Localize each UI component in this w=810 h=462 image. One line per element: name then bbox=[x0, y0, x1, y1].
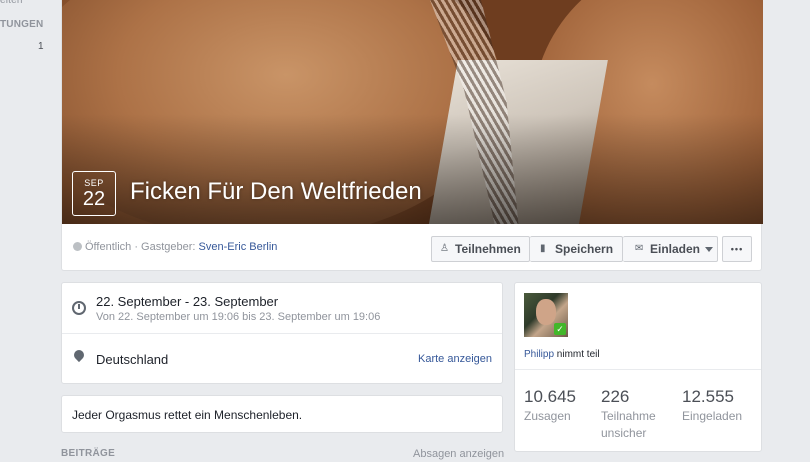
join-icon: ♙ bbox=[440, 243, 449, 254]
event-details-card: 22. September - 23. September Von 22. Se… bbox=[61, 282, 503, 384]
posts-section-label: BEITRÄGE bbox=[61, 448, 116, 459]
host-link[interactable]: Sven-Eric Berlin bbox=[199, 241, 278, 253]
stat-label: Eingeladen bbox=[682, 409, 743, 423]
stat-number: 12.555 bbox=[682, 387, 734, 406]
location-pin-icon bbox=[71, 347, 87, 363]
guests-card: ✓ Philipp nimmt teil 10.645 Zusagen 226 … bbox=[514, 282, 762, 452]
invite-button[interactable]: ✉ Einladen bbox=[623, 236, 718, 262]
invite-label: Einladen bbox=[650, 242, 701, 256]
divider bbox=[515, 369, 761, 370]
stat-maybe[interactable]: 226 Teilnahme unsicher bbox=[601, 387, 671, 442]
event-header-card: SEP 22 Ficken Für Den Weltfrieden Öffent… bbox=[61, 0, 763, 271]
event-title: Ficken Für Den Weltfrieden bbox=[130, 178, 422, 205]
show-map-link[interactable]: Karte anzeigen bbox=[418, 353, 492, 365]
chevron-down-icon bbox=[705, 246, 714, 252]
sidebar-count: 1 bbox=[38, 41, 44, 52]
event-location: Deutschland bbox=[96, 352, 169, 367]
sidebar-heading: TUNGEN bbox=[0, 19, 44, 30]
stat-going[interactable]: 10.645 Zusagen bbox=[524, 387, 576, 425]
event-month: SEP bbox=[84, 178, 104, 188]
event-description-card: Jeder Orgasmus rettet ein Menschenleben. bbox=[61, 395, 503, 433]
more-options-button[interactable]: ••• bbox=[722, 236, 752, 262]
checkmark-icon: ✓ bbox=[554, 323, 566, 335]
show-declines-link[interactable]: Absagen anzeigen bbox=[413, 448, 504, 460]
save-label: Speichern bbox=[555, 242, 614, 256]
left-sidebar-fragment: eiten TUNGEN 1 bbox=[0, 0, 60, 462]
bookmark-icon: ▮ bbox=[540, 243, 546, 254]
sidebar-top-text: eiten bbox=[0, 0, 23, 6]
save-button[interactable]: ▮ Speichern bbox=[530, 236, 623, 262]
join-button[interactable]: ♙ Teilnehmen bbox=[431, 236, 530, 262]
event-date-range: 22. September - 23. September bbox=[96, 294, 279, 309]
cover-photo: SEP 22 Ficken Für Den Weltfrieden bbox=[62, 0, 763, 224]
event-description: Jeder Orgasmus rettet ein Menschenleben. bbox=[72, 408, 303, 422]
clock-icon bbox=[72, 301, 86, 315]
friend-status: nimmt teil bbox=[554, 349, 600, 360]
join-label: Teilnehmen bbox=[455, 242, 521, 256]
stat-label: Zusagen bbox=[524, 409, 571, 423]
divider bbox=[62, 333, 502, 334]
avatar[interactable]: ✓ bbox=[524, 293, 568, 337]
event-day: 22 bbox=[82, 188, 106, 210]
more-dots-icon: ••• bbox=[730, 244, 744, 254]
event-meta: Öffentlich · Gastgeber: Sven-Eric Berlin bbox=[73, 241, 277, 253]
stat-number: 10.645 bbox=[524, 387, 576, 406]
stat-label: Teilnahme unsicher bbox=[601, 409, 656, 440]
envelope-icon: ✉ bbox=[635, 243, 644, 254]
friend-going-text: Philipp nimmt teil bbox=[524, 349, 600, 360]
event-date-detail: Von 22. September um 19:06 bis 23. Septe… bbox=[96, 311, 381, 323]
host-prefix: · Gastgeber: bbox=[131, 241, 199, 253]
friend-name-link[interactable]: Philipp bbox=[524, 349, 554, 360]
stat-invited[interactable]: 12.555 Eingeladen bbox=[682, 387, 742, 425]
globe-icon bbox=[73, 242, 82, 251]
privacy-label: Öffentlich bbox=[85, 241, 132, 253]
event-date-badge: SEP 22 bbox=[72, 171, 116, 216]
stat-number: 226 bbox=[601, 387, 630, 406]
